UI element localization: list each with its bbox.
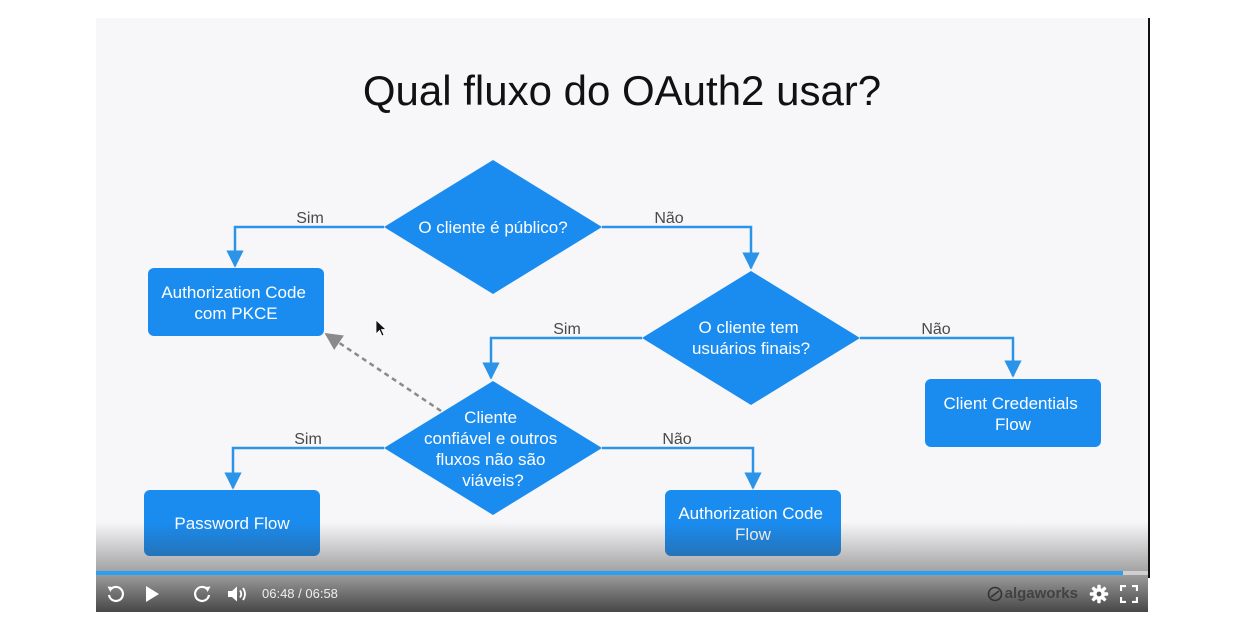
- decision-end-users: [642, 271, 860, 405]
- edge-label-q2-no: Não: [921, 321, 950, 338]
- video-player[interactable]: Qual fluxo do OAuth2 usar? Sim Não Sim N…: [96, 18, 1148, 612]
- result-auth-code-pkce: [148, 268, 324, 336]
- edge-q3-no: [602, 446, 762, 490]
- edge-q2-no: [860, 336, 1022, 378]
- page-edge: [1148, 18, 1150, 578]
- slide-title: Qual fluxo do OAuth2 usar?: [363, 67, 881, 114]
- time-display: 06:48 / 06:58: [262, 586, 338, 601]
- edge-q3-pkce-dashed: [324, 332, 442, 413]
- rewind-button[interactable]: [98, 579, 134, 609]
- algaworks-logo-icon: [987, 586, 1002, 601]
- decision-client-public-text: O cliente é público?: [418, 218, 567, 237]
- result-client-credentials: [925, 379, 1101, 447]
- edge-q2-yes: [482, 336, 642, 380]
- edge-label-q3-no: Não: [662, 431, 691, 448]
- brand-watermark: algaworks: [1004, 585, 1078, 602]
- edge-q3-yes: [224, 446, 384, 490]
- edge-label-q1-yes: Sim: [296, 210, 324, 227]
- player-controls-right: algaworks: [987, 575, 1144, 612]
- play-button[interactable]: [134, 579, 170, 609]
- result-auth-code-flow: [665, 490, 841, 556]
- mouse-cursor-icon: [375, 319, 388, 337]
- edge-label-q3-yes: Sim: [294, 431, 322, 448]
- decision-trusted-client: [384, 381, 602, 515]
- fullscreen-button[interactable]: [1114, 579, 1144, 609]
- volume-button[interactable]: [220, 579, 256, 609]
- result-password-flow-text: Password Flow: [174, 514, 290, 533]
- rewind-icon: [107, 585, 125, 602]
- edge-label-q1-no: Não: [654, 210, 683, 227]
- play-icon: [146, 585, 159, 602]
- slide: Qual fluxo do OAuth2 usar? Sim Não Sim N…: [144, 67, 1101, 556]
- gear-icon: [1089, 584, 1109, 603]
- edge-q1-yes: [226, 225, 384, 268]
- forward-button[interactable]: [184, 579, 220, 609]
- settings-button[interactable]: [1084, 579, 1114, 609]
- volume-icon: [228, 586, 246, 601]
- player-controls: 06:48 / 06:58 algaworks: [96, 575, 1148, 612]
- edge-label-q2-yes: Sim: [553, 321, 581, 338]
- forward-icon: [193, 585, 211, 602]
- edge-q1-no: [602, 225, 760, 270]
- fullscreen-icon: [1120, 584, 1138, 603]
